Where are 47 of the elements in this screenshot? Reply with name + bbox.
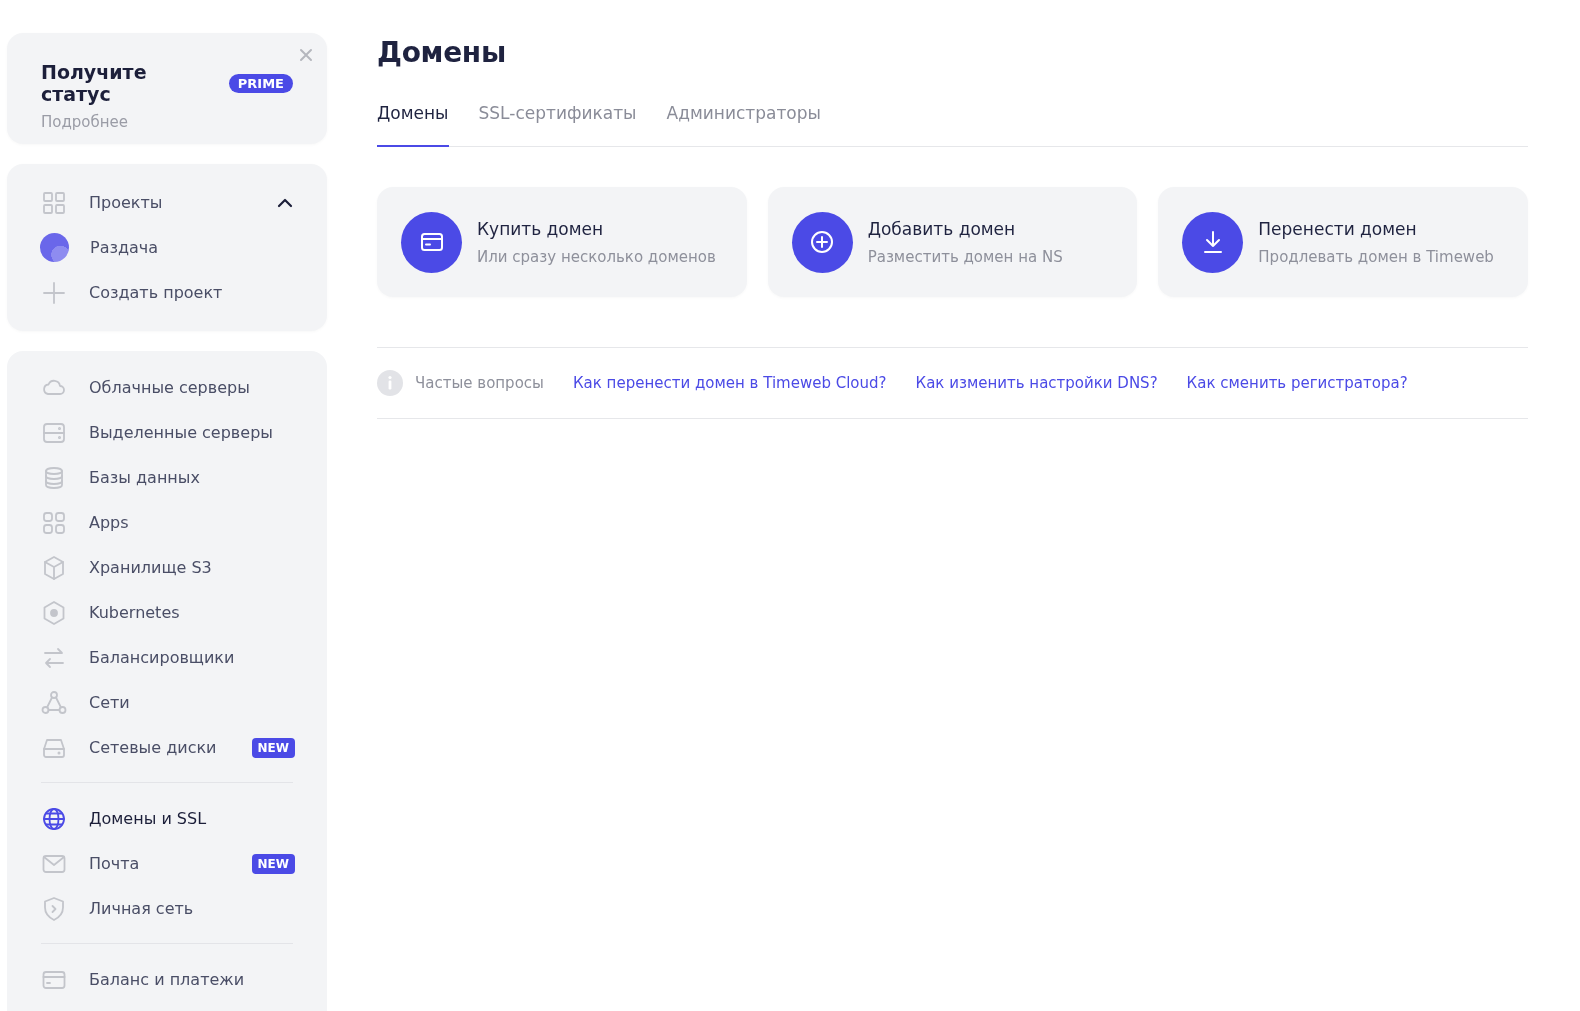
faq-link[interactable]: Как сменить регистратора? — [1186, 374, 1408, 392]
nav-item[interactable]: Баланс и платежи — [31, 957, 303, 1002]
prime-badge: PRIME — [228, 73, 293, 93]
nav-item[interactable]: Домены и SSL — [31, 796, 303, 841]
plus-icon — [41, 279, 67, 306]
nav-item[interactable]: Apps — [31, 500, 303, 545]
promo-title: Получите статус — [41, 61, 148, 105]
project-item[interactable]: Раздача — [31, 225, 303, 270]
cube-icon — [41, 554, 67, 581]
faq-label: Частые вопросы — [415, 374, 544, 392]
action-subtitle: Разместить домен на NS — [867, 247, 1063, 266]
action-title: Перенести домен — [1258, 218, 1418, 239]
tab[interactable]: Домены — [377, 103, 449, 147]
action-subtitle: Продлевать домен в Timeweb — [1258, 247, 1494, 266]
nav-item[interactable]: Выделенные серверы — [31, 410, 303, 455]
action-card[interactable]: Добавить домен Разместить домен на NS — [767, 187, 1138, 297]
projects-toggle[interactable]: Проекты — [31, 180, 303, 225]
faq-link[interactable]: Как перенести домен в Timeweb Cloud? — [572, 374, 887, 392]
nav-item[interactable]: Сетевые диски NEW — [31, 725, 303, 770]
nav-item[interactable]: Kubernetes — [31, 590, 303, 635]
action-title: Купить домен — [477, 218, 605, 239]
page-title: Домены — [377, 36, 507, 69]
grid-icon — [41, 509, 67, 536]
new-badge: NEW — [251, 853, 295, 874]
nav-item[interactable]: Сети — [31, 680, 303, 725]
action-card[interactable]: Купить домен Или сразу несколько доменов — [377, 187, 747, 297]
nav-item[interactable]: Облачные серверы — [31, 365, 303, 410]
nav-item[interactable]: Базы данных — [31, 455, 303, 500]
globe-icon — [41, 805, 67, 832]
nav-item[interactable]: Личная сеть — [31, 886, 303, 931]
nav-item[interactable]: Балансировщики — [31, 635, 303, 680]
grid-icon — [41, 189, 67, 216]
action-subtitle: Или сразу несколько доменов — [477, 247, 716, 266]
nav-item[interactable]: Почта NEW — [31, 841, 303, 886]
action-card[interactable]: Перенести домен Продлевать домен в Timeweb — [1158, 187, 1528, 297]
project-avatar-icon — [40, 233, 69, 262]
close-button[interactable] — [297, 46, 315, 64]
network-icon — [41, 689, 67, 716]
faq-link[interactable]: Как изменить настройки DNS? — [915, 374, 1158, 392]
new-badge: NEW — [251, 737, 295, 758]
card-circle-icon — [401, 211, 462, 273]
shield-icon — [41, 895, 67, 922]
hexagon-icon — [41, 599, 67, 626]
action-title: Добавить домен — [867, 218, 1017, 239]
create-project-button[interactable]: Создать проект — [31, 270, 303, 315]
info-icon — [377, 370, 403, 396]
nav-item[interactable]: Хранилище S3 — [31, 545, 303, 590]
